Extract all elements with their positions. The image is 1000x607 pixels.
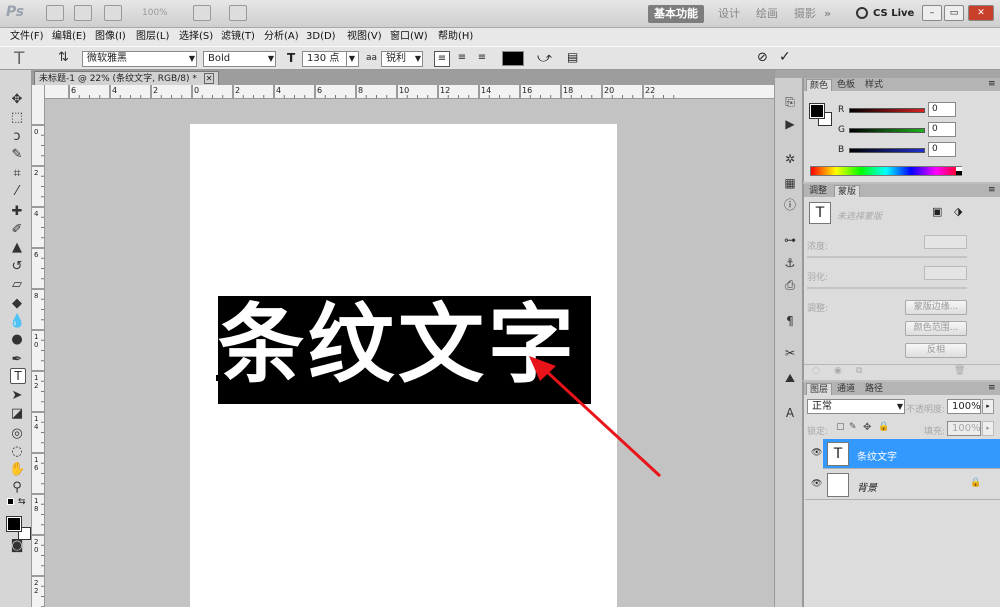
density-slider[interactable]: [807, 256, 967, 258]
lock-label: 锁定:: [807, 427, 829, 437]
masks-panel-tabs: 调整 蒙版 ≡: [804, 184, 1000, 197]
panel-menu-icon[interactable]: ≡: [988, 79, 996, 89]
background-layer-thumbnail: [827, 473, 849, 497]
panel-icon-strip: ⎘ ▶ ✲ ▦ ⓘ ⊶ ⚓ ⎙ ¶ ✂ ⛰ A: [774, 70, 804, 607]
density-value[interactable]: [924, 235, 967, 249]
arrow-line: [543, 368, 662, 478]
apply-mask-icon[interactable]: ◉: [834, 366, 842, 376]
tab-styles[interactable]: 样式: [862, 79, 886, 91]
paragraph-panel-icon[interactable]: ¶: [783, 314, 797, 328]
eye-icon[interactable]: 👁: [811, 479, 822, 489]
tab-layers[interactable]: 图层: [806, 383, 833, 395]
green-value[interactable]: 0: [928, 122, 956, 137]
vector-mask-icon[interactable]: ⬗: [954, 205, 962, 218]
tab-masks[interactable]: 蒙版: [834, 185, 861, 197]
spectrum-black-swatch[interactable]: [956, 171, 962, 175]
blue-value[interactable]: 0: [928, 142, 956, 157]
history-panel-icon[interactable]: ⎘: [783, 95, 797, 109]
color-panel-foreground-swatch[interactable]: [809, 103, 825, 119]
panel-menu-icon[interactable]: ≡: [988, 383, 996, 393]
clone-source-panel-icon[interactable]: ⚓: [783, 256, 797, 270]
layer-name[interactable]: 条纹文字: [857, 448, 897, 463]
blend-mode-select[interactable]: 正常 ▼: [807, 399, 905, 414]
layer-lock-icon: 🔒: [970, 478, 982, 488]
blue-slider[interactable]: [849, 148, 925, 153]
tool-presets-panel-icon[interactable]: ⎙: [783, 278, 797, 292]
fill-label: 填充:: [924, 427, 946, 437]
lock-position-icon[interactable]: ✥: [863, 422, 871, 433]
density-label: 浓度:: [807, 242, 829, 252]
tools-panel-icon[interactable]: ✂: [783, 346, 797, 360]
navigator-panel-icon[interactable]: ✲: [783, 152, 797, 166]
red-slider[interactable]: [849, 108, 925, 113]
opacity-arrow-icon[interactable]: ▸: [982, 399, 994, 414]
invert-button[interactable]: 反相: [905, 343, 967, 358]
lock-all-icon[interactable]: 🔒: [878, 422, 889, 432]
delete-mask-icon[interactable]: 🗑: [954, 366, 965, 376]
fill-field[interactable]: 100%: [947, 421, 981, 436]
tab-color[interactable]: 颜色: [806, 79, 833, 91]
feather-value[interactable]: [924, 266, 967, 280]
panel-menu-icon[interactable]: ≡: [988, 185, 996, 195]
pixel-mask-icon[interactable]: ▣: [932, 205, 942, 218]
fill-arrow-icon[interactable]: ▸: [982, 421, 994, 436]
toggle-mask-icon[interactable]: ⧉: [856, 366, 862, 376]
refine-label: 调整:: [807, 304, 829, 314]
info-panel-icon[interactable]: ⓘ: [783, 198, 797, 212]
load-selection-icon[interactable]: ◌: [812, 366, 820, 376]
color-spectrum-bar[interactable]: [810, 166, 962, 176]
eye-icon[interactable]: 👁: [811, 448, 822, 458]
character-panel-icon[interactable]: A: [783, 406, 797, 420]
green-slider[interactable]: [849, 128, 925, 133]
brush-presets-panel-icon[interactable]: ⊶: [783, 233, 797, 247]
red-label: R: [838, 105, 845, 115]
strip-header: [775, 70, 804, 78]
text-layer-thumbnail-icon: T: [827, 442, 849, 466]
tab-channels[interactable]: 通道: [834, 383, 858, 395]
layer-name[interactable]: 背景: [857, 479, 877, 494]
blue-label: B: [838, 145, 845, 155]
green-label: G: [838, 125, 845, 135]
histogram-panel-icon[interactable]: ▦: [783, 176, 797, 190]
opacity-label: 不透明度:: [906, 405, 946, 415]
tab-paths[interactable]: 路径: [862, 383, 886, 395]
masks-footer-divider: [804, 364, 1000, 365]
3d-panel-icon[interactable]: ⛰: [783, 371, 797, 385]
panel-dock-header: [803, 70, 1000, 78]
actions-panel-icon[interactable]: ▶: [783, 117, 797, 131]
masks-panel: 调整 蒙版 ≡ T 未选择蒙版 ▣ ⬗ 浓度: 羽化: 调整: 蒙版边缘... …: [803, 184, 1000, 380]
tab-adjustments[interactable]: 调整: [806, 185, 830, 197]
layer-row-text[interactable]: 👁 T 条纹文字: [805, 439, 1000, 469]
layers-panel: 图层 通道 路径 ≡ 正常 ▼ 不透明度: 100% ▸ 锁定: ▢ ✎ ✥ 🔒 …: [803, 382, 1000, 607]
feather-slider[interactable]: [807, 287, 967, 289]
feather-label: 羽化:: [807, 273, 829, 283]
tab-swatches[interactable]: 色板: [834, 79, 858, 91]
color-range-button[interactable]: 颜色范围...: [905, 321, 967, 336]
color-panel-tabs: 颜色 色板 样式 ≡: [804, 78, 1000, 91]
color-panel: 颜色 色板 样式 ≡ R 0 G 0 B 0: [803, 78, 1000, 182]
mask-edge-button[interactable]: 蒙版边缘...: [905, 300, 967, 315]
mask-type-thumbnail-icon: T: [809, 202, 831, 224]
lock-transparency-icon[interactable]: ▢: [836, 422, 845, 432]
lock-pixels-icon[interactable]: ✎: [849, 422, 857, 432]
red-value[interactable]: 0: [928, 102, 956, 117]
opacity-field[interactable]: 100%: [947, 399, 981, 414]
no-mask-selected-label: 未选择蒙版: [837, 212, 883, 222]
layers-panel-tabs: 图层 通道 路径 ≡: [804, 382, 1000, 395]
layer-row-background[interactable]: 👁 背景 🔒: [805, 470, 1000, 500]
